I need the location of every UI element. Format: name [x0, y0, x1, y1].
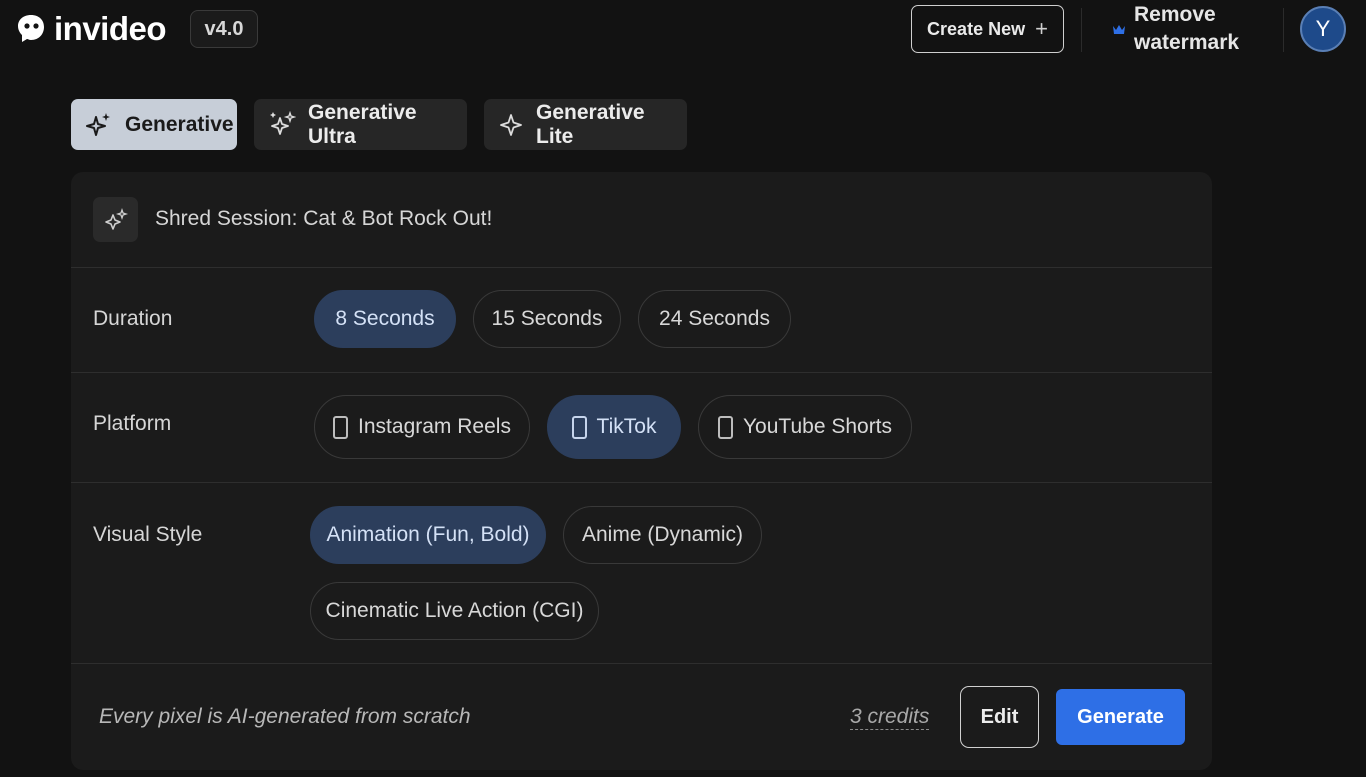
invideo-logo-icon: [18, 15, 44, 42]
visual-style-label: Visual Style: [93, 523, 203, 546]
duration-option-24s[interactable]: 24 Seconds: [638, 290, 791, 348]
generation-panel: Shred Session: Cat & Bot Rock Out! Durat…: [71, 172, 1212, 770]
ai-generated-note: Every pixel is AI-generated from scratch: [99, 705, 471, 728]
prompt-sparkle-button[interactable]: [93, 197, 138, 242]
chip-label: 8 Seconds: [335, 307, 435, 330]
phone-icon: [333, 415, 349, 439]
chip-label: Instagram Reels: [358, 415, 511, 438]
duration-option-8s[interactable]: 8 Seconds: [314, 290, 456, 348]
header-divider: [1081, 8, 1082, 52]
style-option-cinematic-live-action[interactable]: Cinematic Live Action (CGI): [310, 582, 599, 640]
header-divider: [1283, 8, 1284, 52]
prompt-title[interactable]: Shred Session: Cat & Bot Rock Out!: [155, 207, 492, 231]
duration-label: Duration: [93, 307, 173, 330]
chip-label: YouTube Shorts: [742, 415, 893, 438]
platform-option-instagram-reels[interactable]: Instagram Reels: [314, 395, 530, 459]
remove-watermark-button[interactable]: Remove watermark: [1112, 1, 1272, 57]
sparkle-icon: [86, 112, 110, 136]
phone-icon: [717, 415, 733, 439]
sparkle-icon: [104, 207, 128, 230]
create-new-label: Create New: [927, 18, 1026, 39]
platform-option-youtube-shorts[interactable]: YouTube Shorts: [698, 395, 912, 459]
credits-cost[interactable]: 3 credits: [850, 705, 930, 730]
user-avatar[interactable]: Y: [1300, 6, 1346, 52]
chip-label: Animation (Fun, Bold): [326, 523, 530, 546]
chip-label: 24 Seconds: [659, 307, 770, 330]
version-badge[interactable]: v4.0: [190, 10, 258, 48]
row-divider: [71, 663, 1212, 664]
tab-generative-ultra[interactable]: Generative Ultra: [254, 99, 467, 150]
sparkles-icon: [270, 110, 296, 135]
style-option-animation[interactable]: Animation (Fun, Bold): [310, 506, 546, 564]
top-bar: invideo v4.0 Create New + Remove waterma…: [0, 0, 1366, 58]
row-divider: [71, 267, 1212, 268]
phone-icon: [571, 415, 587, 439]
duration-option-15s[interactable]: 15 Seconds: [473, 290, 621, 348]
chip-label: 15 Seconds: [491, 307, 603, 330]
tab-generative-label: Generative: [125, 112, 234, 136]
crown-icon: [1113, 25, 1125, 34]
style-option-anime[interactable]: Anime (Dynamic): [563, 506, 762, 564]
row-divider: [71, 372, 1212, 373]
create-new-button[interactable]: Create New +: [911, 5, 1064, 53]
brand-logo[interactable]: invideo: [16, 10, 167, 47]
tab-generative-lite[interactable]: Generative Lite: [484, 99, 687, 150]
plus-icon: +: [1035, 16, 1048, 41]
platform-label: Platform: [93, 412, 172, 435]
brand-name: invideo: [54, 10, 167, 47]
remove-watermark-label: Remove watermark: [1134, 3, 1240, 54]
tab-generative[interactable]: Generative: [71, 99, 237, 150]
platform-option-tiktok[interactable]: TikTok: [547, 395, 681, 459]
tab-generative-lite-label: Generative Lite: [536, 100, 645, 148]
star-sparkle-icon: [500, 113, 522, 136]
tab-generative-ultra-label: Generative Ultra: [308, 100, 417, 148]
row-divider: [71, 482, 1212, 483]
generate-button[interactable]: Generate: [1056, 689, 1185, 745]
chip-label: TikTok: [596, 415, 657, 438]
edit-button[interactable]: Edit: [960, 686, 1039, 748]
chip-label: Anime (Dynamic): [581, 523, 744, 546]
chip-label: Cinematic Live Action (CGI): [325, 599, 584, 622]
